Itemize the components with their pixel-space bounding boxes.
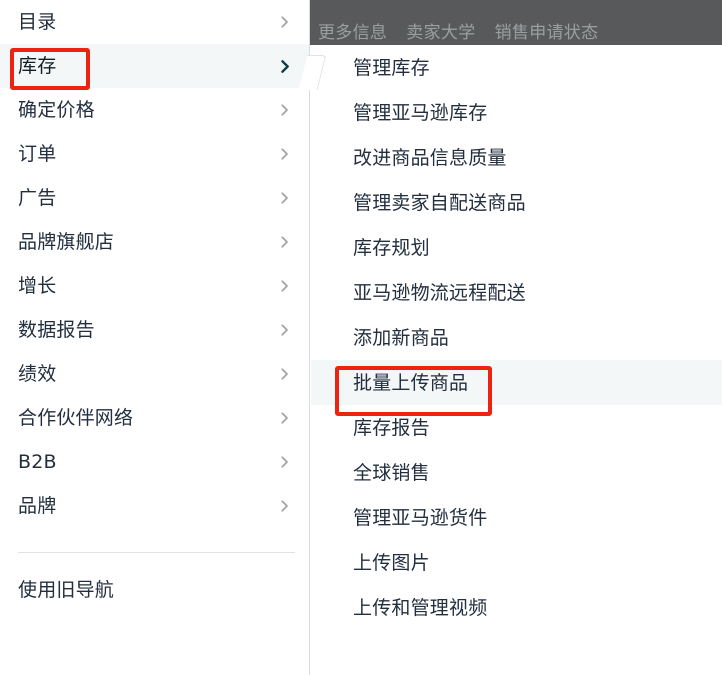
sidebar-item-label: 订单 (18, 143, 57, 165)
sidebar-item-brand[interactable]: 品牌 (0, 484, 309, 528)
flyout-item-label: 库存规划 (353, 236, 430, 259)
sidebar-item-label: 绩效 (18, 363, 57, 385)
sidebar-item-advertising[interactable]: 广告 (0, 176, 309, 220)
flyout-item-global-selling[interactable]: 全球销售 (311, 450, 722, 495)
chevron-right-icon (279, 412, 291, 424)
sidebar-item-label: 品牌旗舰店 (18, 231, 115, 253)
sidebar-item-growth[interactable]: 增长 (0, 264, 309, 308)
sidebar-item-inventory[interactable]: 库存 (0, 44, 309, 88)
sidebar-item-reports[interactable]: 数据报告 (0, 308, 309, 352)
flyout-item-manage-amazon-shipments[interactable]: 管理亚马逊货件 (311, 495, 722, 540)
flyout-item-label: 上传和管理视频 (353, 596, 488, 619)
sidebar-item-label: 合作伙伴网络 (18, 407, 134, 429)
top-utility-bar: 更多信息 卖家大学 销售申请状态 (310, 0, 722, 45)
flyout-item-label: 亚马逊物流远程配送 (353, 281, 526, 304)
sidebar-item-label: 品牌 (18, 495, 57, 517)
flyout-item-upload-manage-videos[interactable]: 上传和管理视频 (311, 585, 722, 630)
flyout-item-manage-inventory[interactable]: 管理库存 (311, 45, 722, 90)
chevron-right-icon (279, 60, 291, 73)
sidebar-item-pricing[interactable]: 确定价格 (0, 88, 309, 132)
sidebar-item-brand-store[interactable]: 品牌旗舰店 (0, 220, 309, 264)
sidebar-item-label: 确定价格 (18, 99, 95, 121)
sidebar-divider (18, 552, 295, 553)
chevron-right-icon (279, 280, 291, 292)
flyout-item-label: 批量上传商品 (353, 371, 469, 394)
topnav-link-more-info[interactable]: 更多信息 (318, 23, 387, 43)
sidebar-item-label: 库存 (18, 55, 57, 77)
chevron-right-icon (279, 16, 291, 28)
sidebar-item-legacy-navigation[interactable]: 使用旧导航 (0, 568, 310, 612)
chevron-right-icon (279, 500, 291, 512)
flyout-item-upload-images[interactable]: 上传图片 (311, 540, 722, 585)
sidebar-item-partner-network[interactable]: 合作伙伴网络 (0, 396, 309, 440)
sidebar-item-label: 使用旧导航 (18, 579, 115, 601)
flyout-item-label: 管理卖家自配送商品 (353, 191, 526, 214)
sidebar-item-label: 广告 (18, 187, 57, 209)
sidebar-item-label: 目录 (18, 11, 57, 33)
top-utility-links: 更多信息 卖家大学 销售申请状态 (318, 23, 612, 43)
flyout-item-inventory-planning[interactable]: 库存规划 (311, 225, 722, 270)
chevron-right-icon (279, 236, 291, 248)
flyout-item-add-new-product[interactable]: 添加新商品 (311, 315, 722, 360)
sidebar-item-catalog[interactable]: 目录 (0, 0, 309, 44)
flyout-item-label: 库存报告 (353, 416, 430, 439)
topnav-link-sales-application-status[interactable]: 销售申请状态 (495, 23, 599, 43)
sidebar-item-orders[interactable]: 订单 (0, 132, 309, 176)
sidebar-item-label: 增长 (18, 275, 57, 297)
inventory-flyout-menu: 管理库存 管理亚马逊库存 改进商品信息质量 管理卖家自配送商品 库存规划 亚马逊… (311, 45, 722, 675)
chevron-right-icon (279, 104, 291, 116)
flyout-item-manage-product-documents[interactable] (311, 630, 722, 675)
chevron-right-icon (279, 456, 291, 468)
chevron-right-icon (279, 324, 291, 336)
chevron-right-icon (279, 368, 291, 380)
sidebar-item-b2b[interactable]: B2B (0, 440, 309, 484)
flyout-item-fba-remote-fulfillment[interactable]: 亚马逊物流远程配送 (311, 270, 722, 315)
sidebar-item-label: 数据报告 (18, 319, 95, 341)
flyout-item-label: 添加新商品 (353, 326, 450, 349)
sidebar-item-label: B2B (18, 451, 57, 473)
main-navigation-sidebar: 目录 库存 确定价格 订单 广告 品牌旗舰店 增长 数据报告 绩效 合作伙伴网络… (0, 0, 310, 675)
flyout-item-label: 管理亚马逊货件 (353, 506, 488, 529)
flyout-item-label: 管理亚马逊库存 (353, 101, 488, 124)
flyout-item-inventory-reports[interactable]: 库存报告 (311, 405, 722, 450)
sidebar-item-performance[interactable]: 绩效 (0, 352, 309, 396)
flyout-item-improve-listing-quality[interactable]: 改进商品信息质量 (311, 135, 722, 180)
flyout-item-label: 管理库存 (353, 56, 430, 79)
flyout-item-label: 上传图片 (353, 551, 430, 574)
flyout-item-label: 全球销售 (353, 461, 430, 484)
flyout-item-bulk-upload-products[interactable]: 批量上传商品 (311, 360, 722, 405)
flyout-item-manage-merchant-fulfilled-products[interactable]: 管理卖家自配送商品 (311, 180, 722, 225)
chevron-right-icon (279, 192, 291, 204)
chevron-right-icon (279, 148, 291, 160)
flyout-item-label: 改进商品信息质量 (353, 146, 507, 169)
flyout-item-manage-amazon-inventory[interactable]: 管理亚马逊库存 (311, 90, 722, 135)
topnav-link-seller-university[interactable]: 卖家大学 (406, 23, 475, 43)
